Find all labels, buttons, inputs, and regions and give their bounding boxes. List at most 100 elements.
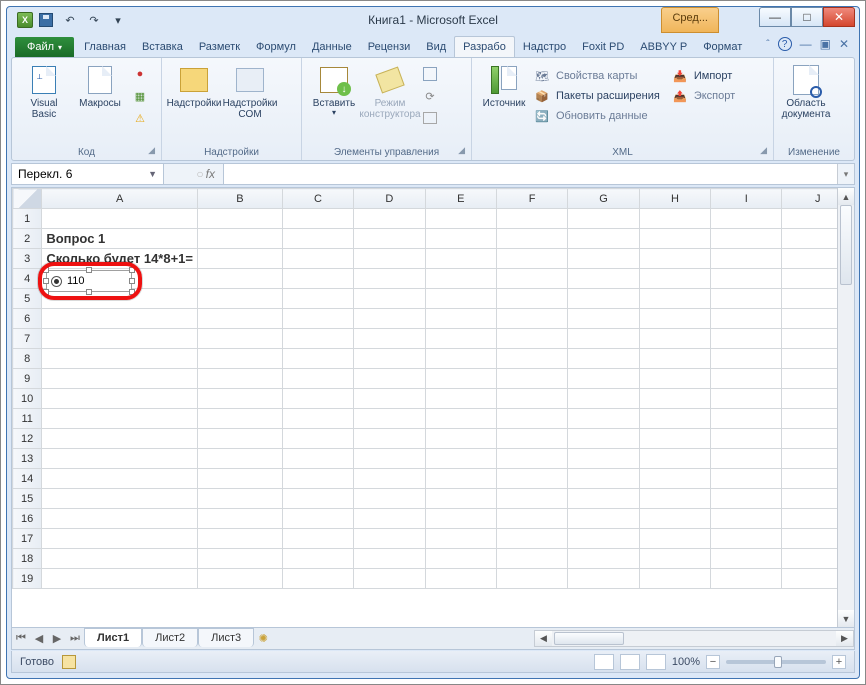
cell[interactable]	[568, 529, 639, 549]
cell[interactable]	[711, 389, 782, 409]
row-header[interactable]: 13	[13, 449, 42, 469]
col-header[interactable]: D	[354, 189, 425, 209]
cell[interactable]	[354, 469, 425, 489]
zoom-in-button[interactable]: +	[832, 655, 846, 669]
qat-save-button[interactable]	[35, 10, 57, 30]
cell[interactable]	[711, 489, 782, 509]
cell[interactable]	[354, 209, 425, 229]
cell[interactable]	[639, 209, 710, 229]
cell[interactable]	[42, 469, 198, 489]
resize-handle[interactable]	[43, 289, 49, 295]
resize-handle[interactable]	[129, 289, 135, 295]
cell[interactable]	[568, 309, 639, 329]
cell[interactable]	[198, 489, 283, 509]
cell[interactable]	[639, 289, 710, 309]
cell[interactable]	[198, 429, 283, 449]
cell[interactable]	[496, 369, 567, 389]
help-button[interactable]: ?	[778, 37, 792, 51]
cell[interactable]	[496, 309, 567, 329]
cell[interactable]	[711, 309, 782, 329]
cell[interactable]	[639, 569, 710, 589]
cell[interactable]	[42, 369, 198, 389]
cell[interactable]	[354, 449, 425, 469]
cell[interactable]	[282, 289, 353, 309]
tab-home[interactable]: Главная	[76, 37, 134, 57]
col-header[interactable]: H	[639, 189, 710, 209]
col-header[interactable]: C	[282, 189, 353, 209]
col-header[interactable]: I	[711, 189, 782, 209]
insert-control-button[interactable]: ↓ Вставить ▾	[308, 62, 360, 120]
cell[interactable]	[568, 289, 639, 309]
cell[interactable]	[639, 369, 710, 389]
cell[interactable]	[282, 429, 353, 449]
doc-close-button[interactable]: ✕	[839, 37, 849, 51]
col-header[interactable]: B	[198, 189, 283, 209]
horizontal-scrollbar[interactable]: ◀ ▶	[534, 630, 854, 647]
window-maximize-button[interactable]: □	[791, 7, 823, 27]
col-header[interactable]: G	[568, 189, 639, 209]
cell[interactable]	[425, 549, 496, 569]
cell[interactable]	[425, 489, 496, 509]
document-panel-button[interactable]: Область документа	[780, 62, 832, 122]
row-header[interactable]: 6	[13, 309, 42, 329]
qat-redo-button[interactable]: ↷	[83, 10, 105, 30]
scroll-left-button[interactable]: ◀	[535, 631, 552, 646]
formula-expand-button[interactable]: ▾	[837, 164, 854, 184]
cell[interactable]	[42, 429, 198, 449]
row-header[interactable]: 7	[13, 329, 42, 349]
cell[interactable]	[282, 469, 353, 489]
cell[interactable]	[568, 229, 639, 249]
sheet-nav-prev[interactable]: ◀	[30, 630, 48, 648]
cell[interactable]	[425, 349, 496, 369]
cell[interactable]	[496, 549, 567, 569]
cell[interactable]	[496, 509, 567, 529]
com-addins-button[interactable]: Надстройки COM	[224, 62, 276, 122]
cell[interactable]	[711, 409, 782, 429]
cell[interactable]	[354, 349, 425, 369]
cell[interactable]	[42, 489, 198, 509]
cell[interactable]	[496, 529, 567, 549]
cell[interactable]	[639, 529, 710, 549]
cell[interactable]	[425, 289, 496, 309]
cell[interactable]	[354, 529, 425, 549]
cell[interactable]	[282, 549, 353, 569]
cell[interactable]	[354, 269, 425, 289]
cell[interactable]	[496, 349, 567, 369]
tab-formulas[interactable]: Формул	[248, 37, 304, 57]
cell[interactable]	[639, 489, 710, 509]
cell[interactable]	[425, 209, 496, 229]
cell[interactable]	[198, 329, 283, 349]
sheet-nav-last[interactable]: ⏭	[66, 630, 84, 648]
scroll-up-button[interactable]: ▲	[838, 188, 854, 205]
cell[interactable]	[354, 549, 425, 569]
cell[interactable]	[425, 469, 496, 489]
cell[interactable]	[568, 369, 639, 389]
cell[interactable]	[568, 429, 639, 449]
cell[interactable]	[42, 349, 198, 369]
row-header[interactable]: 19	[13, 569, 42, 589]
relative-ref-button[interactable]: ▦	[130, 86, 150, 106]
select-all-button[interactable]	[13, 189, 42, 209]
col-header[interactable]: E	[425, 189, 496, 209]
cell[interactable]	[42, 509, 198, 529]
cell[interactable]: Сколько будет 14*8+1=	[42, 249, 198, 269]
option-button-control[interactable]: 110	[46, 270, 132, 292]
record-macro-button[interactable]: ●	[130, 64, 150, 84]
cell[interactable]	[425, 449, 496, 469]
cell[interactable]	[711, 429, 782, 449]
cell[interactable]	[354, 309, 425, 329]
cell[interactable]	[568, 349, 639, 369]
cell[interactable]	[639, 549, 710, 569]
tab-insert[interactable]: Вставка	[134, 37, 191, 57]
cell[interactable]	[639, 469, 710, 489]
cell[interactable]	[42, 329, 198, 349]
macro-security-button[interactable]: ⚠	[130, 108, 150, 128]
cell[interactable]	[496, 429, 567, 449]
cell[interactable]	[711, 289, 782, 309]
view-normal-button[interactable]	[594, 654, 614, 670]
cell[interactable]	[568, 549, 639, 569]
zoom-slider[interactable]	[726, 660, 826, 664]
tab-data[interactable]: Данные	[304, 37, 360, 57]
scroll-thumb[interactable]	[840, 205, 852, 285]
cell[interactable]	[425, 529, 496, 549]
